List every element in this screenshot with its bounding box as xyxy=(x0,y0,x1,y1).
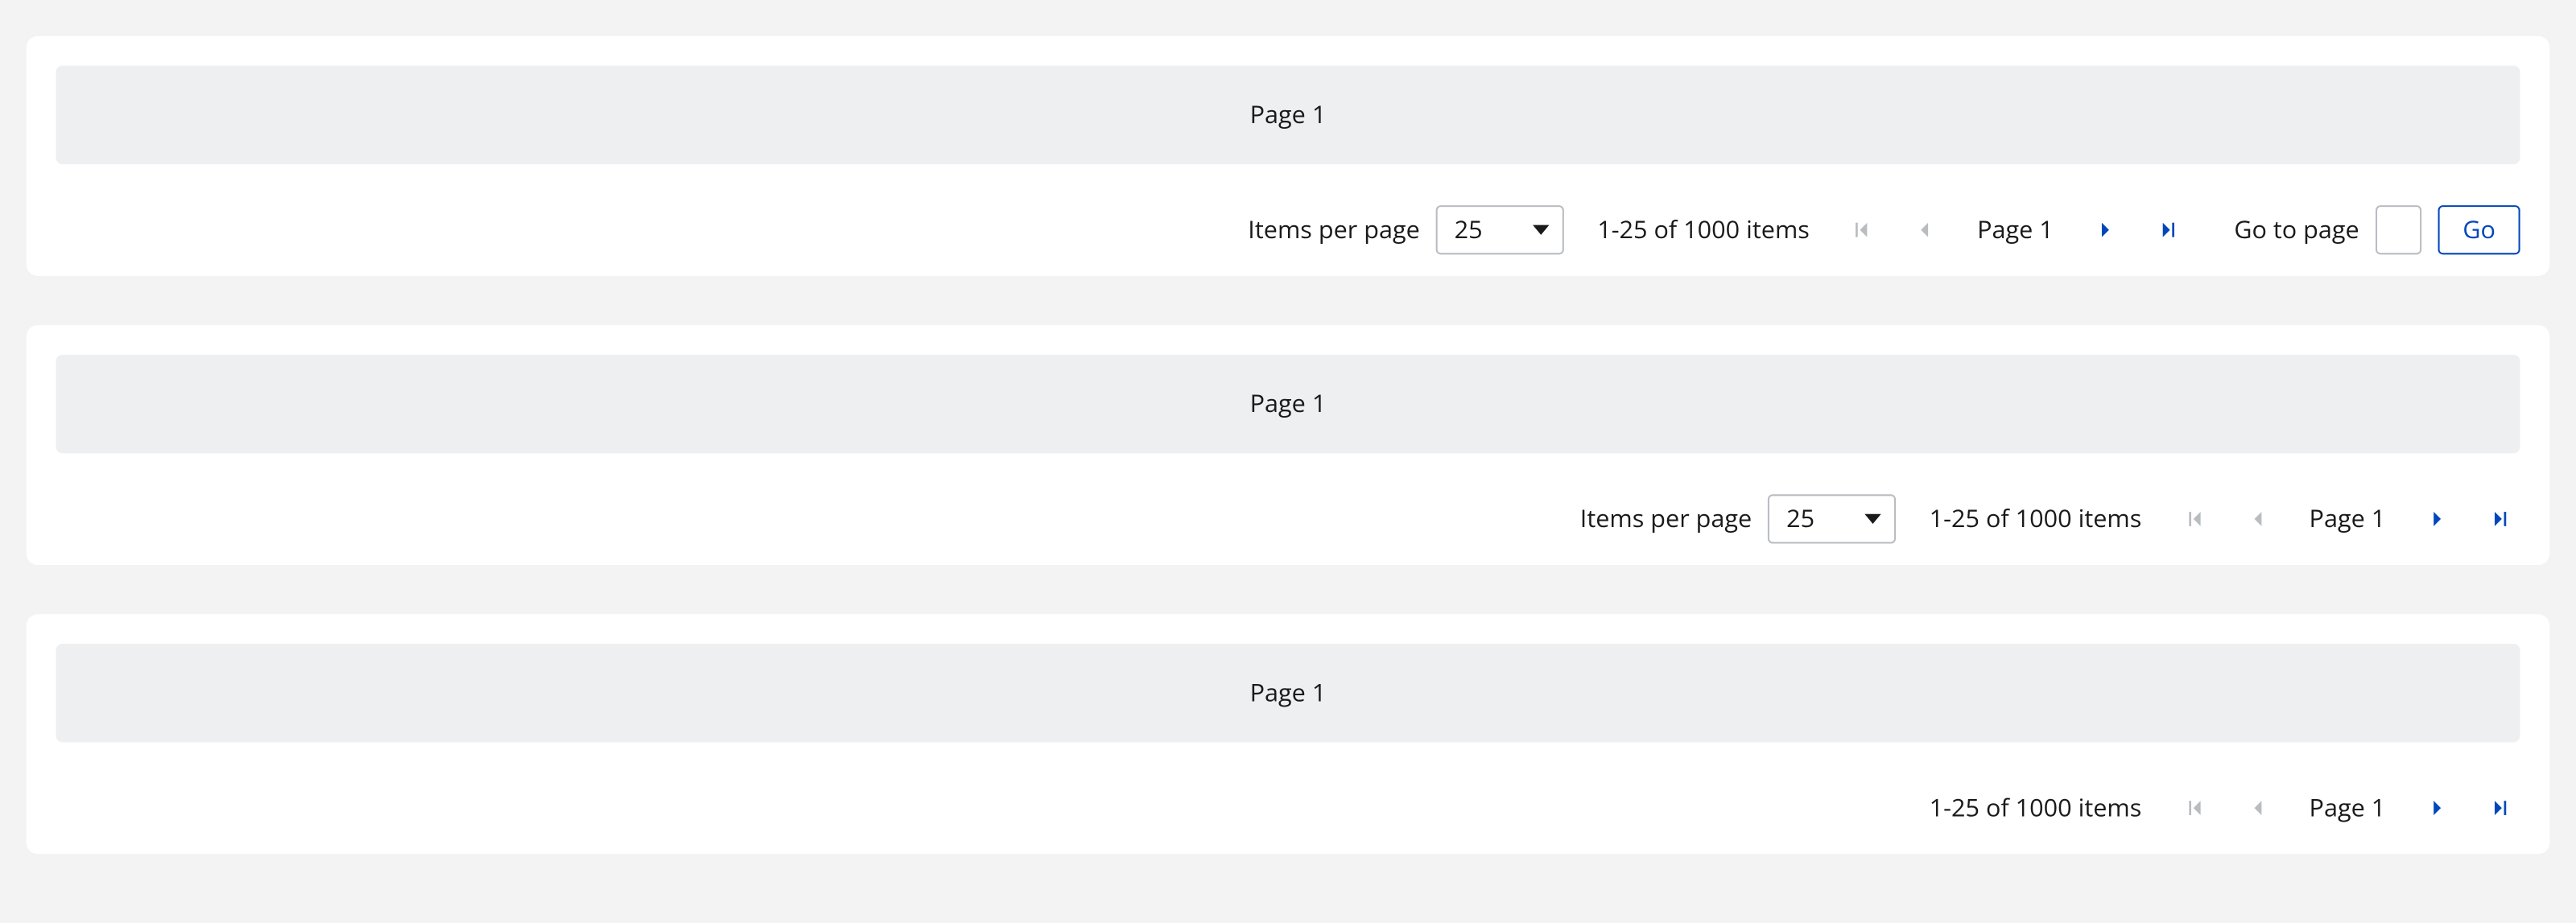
content-placeholder: Page 1 xyxy=(56,644,2520,742)
caret-down-icon xyxy=(1865,514,1881,524)
placeholder-text: Page 1 xyxy=(1250,388,1327,421)
chevron-first-icon xyxy=(2182,508,2206,531)
first-page-button[interactable] xyxy=(2174,499,2214,538)
page-nav-group: Page 1 xyxy=(2174,499,2520,538)
items-per-page-group: Items per page 25 xyxy=(1580,494,1897,543)
next-page-button[interactable] xyxy=(2418,499,2458,538)
chevron-first-icon xyxy=(2182,797,2206,820)
next-page-button[interactable] xyxy=(2418,789,2458,828)
pagination-bar: Items per page 25 1-25 of 1000 items Pag… xyxy=(56,191,2520,270)
items-summary: 1-25 of 1000 items xyxy=(1597,213,1810,246)
chevron-last-icon xyxy=(2157,218,2180,241)
goto-page-group: Go to page Go xyxy=(2234,205,2520,254)
current-page-label: Page 1 xyxy=(2299,792,2395,825)
chevron-right-icon xyxy=(2095,218,2118,241)
chevron-last-icon xyxy=(2489,508,2512,531)
chevron-right-icon xyxy=(2426,797,2450,820)
first-page-button[interactable] xyxy=(1843,210,1882,249)
pager-card-3: Page 1 1-25 of 1000 items Page 1 xyxy=(27,614,2550,854)
page-nav-group: Page 1 xyxy=(2174,789,2520,828)
last-page-button[interactable] xyxy=(2481,789,2520,828)
items-summary: 1-25 of 1000 items xyxy=(1930,792,2142,825)
pagination-bar: 1-25 of 1000 items Page 1 xyxy=(56,768,2520,847)
goto-page-input[interactable] xyxy=(2376,205,2421,254)
pager-card-2: Page 1 Items per page 25 1-25 of 1000 it… xyxy=(27,325,2550,565)
chevron-last-icon xyxy=(2489,797,2512,820)
items-per-page-select[interactable]: 25 xyxy=(1769,494,1897,543)
last-page-button[interactable] xyxy=(2149,210,2188,249)
last-page-button[interactable] xyxy=(2481,499,2520,538)
page-nav-group: Page 1 xyxy=(1843,210,2188,249)
items-per-page-label: Items per page xyxy=(1580,502,1752,535)
placeholder-text: Page 1 xyxy=(1250,677,1327,710)
items-per-page-value: 25 xyxy=(1786,502,1814,535)
content-placeholder: Page 1 xyxy=(56,355,2520,453)
first-page-button[interactable] xyxy=(2174,789,2214,828)
prev-page-button[interactable] xyxy=(2237,789,2277,828)
chevron-left-icon xyxy=(2245,508,2268,531)
current-page-label: Page 1 xyxy=(1967,213,2063,246)
items-per-page-value: 25 xyxy=(1455,213,1483,246)
caret-down-icon xyxy=(1534,225,1550,235)
content-placeholder: Page 1 xyxy=(56,66,2520,164)
current-page-label: Page 1 xyxy=(2299,502,2395,535)
chevron-first-icon xyxy=(1851,218,1874,241)
goto-page-label: Go to page xyxy=(2234,213,2359,246)
chevron-left-icon xyxy=(2245,797,2268,820)
chevron-right-icon xyxy=(2426,508,2450,531)
next-page-button[interactable] xyxy=(2087,210,2126,249)
items-per-page-select[interactable]: 25 xyxy=(1436,205,1564,254)
prev-page-button[interactable] xyxy=(2237,499,2277,538)
chevron-left-icon xyxy=(1913,218,1936,241)
pagination-bar: Items per page 25 1-25 of 1000 items Pag… xyxy=(56,480,2520,558)
go-button[interactable]: Go xyxy=(2438,205,2520,254)
items-summary: 1-25 of 1000 items xyxy=(1930,502,2142,535)
placeholder-text: Page 1 xyxy=(1250,98,1327,131)
pager-card-1: Page 1 Items per page 25 1-25 of 1000 it… xyxy=(27,36,2550,276)
items-per-page-label: Items per page xyxy=(1248,213,1419,246)
items-per-page-group: Items per page 25 xyxy=(1248,205,1564,254)
prev-page-button[interactable] xyxy=(1905,210,1944,249)
